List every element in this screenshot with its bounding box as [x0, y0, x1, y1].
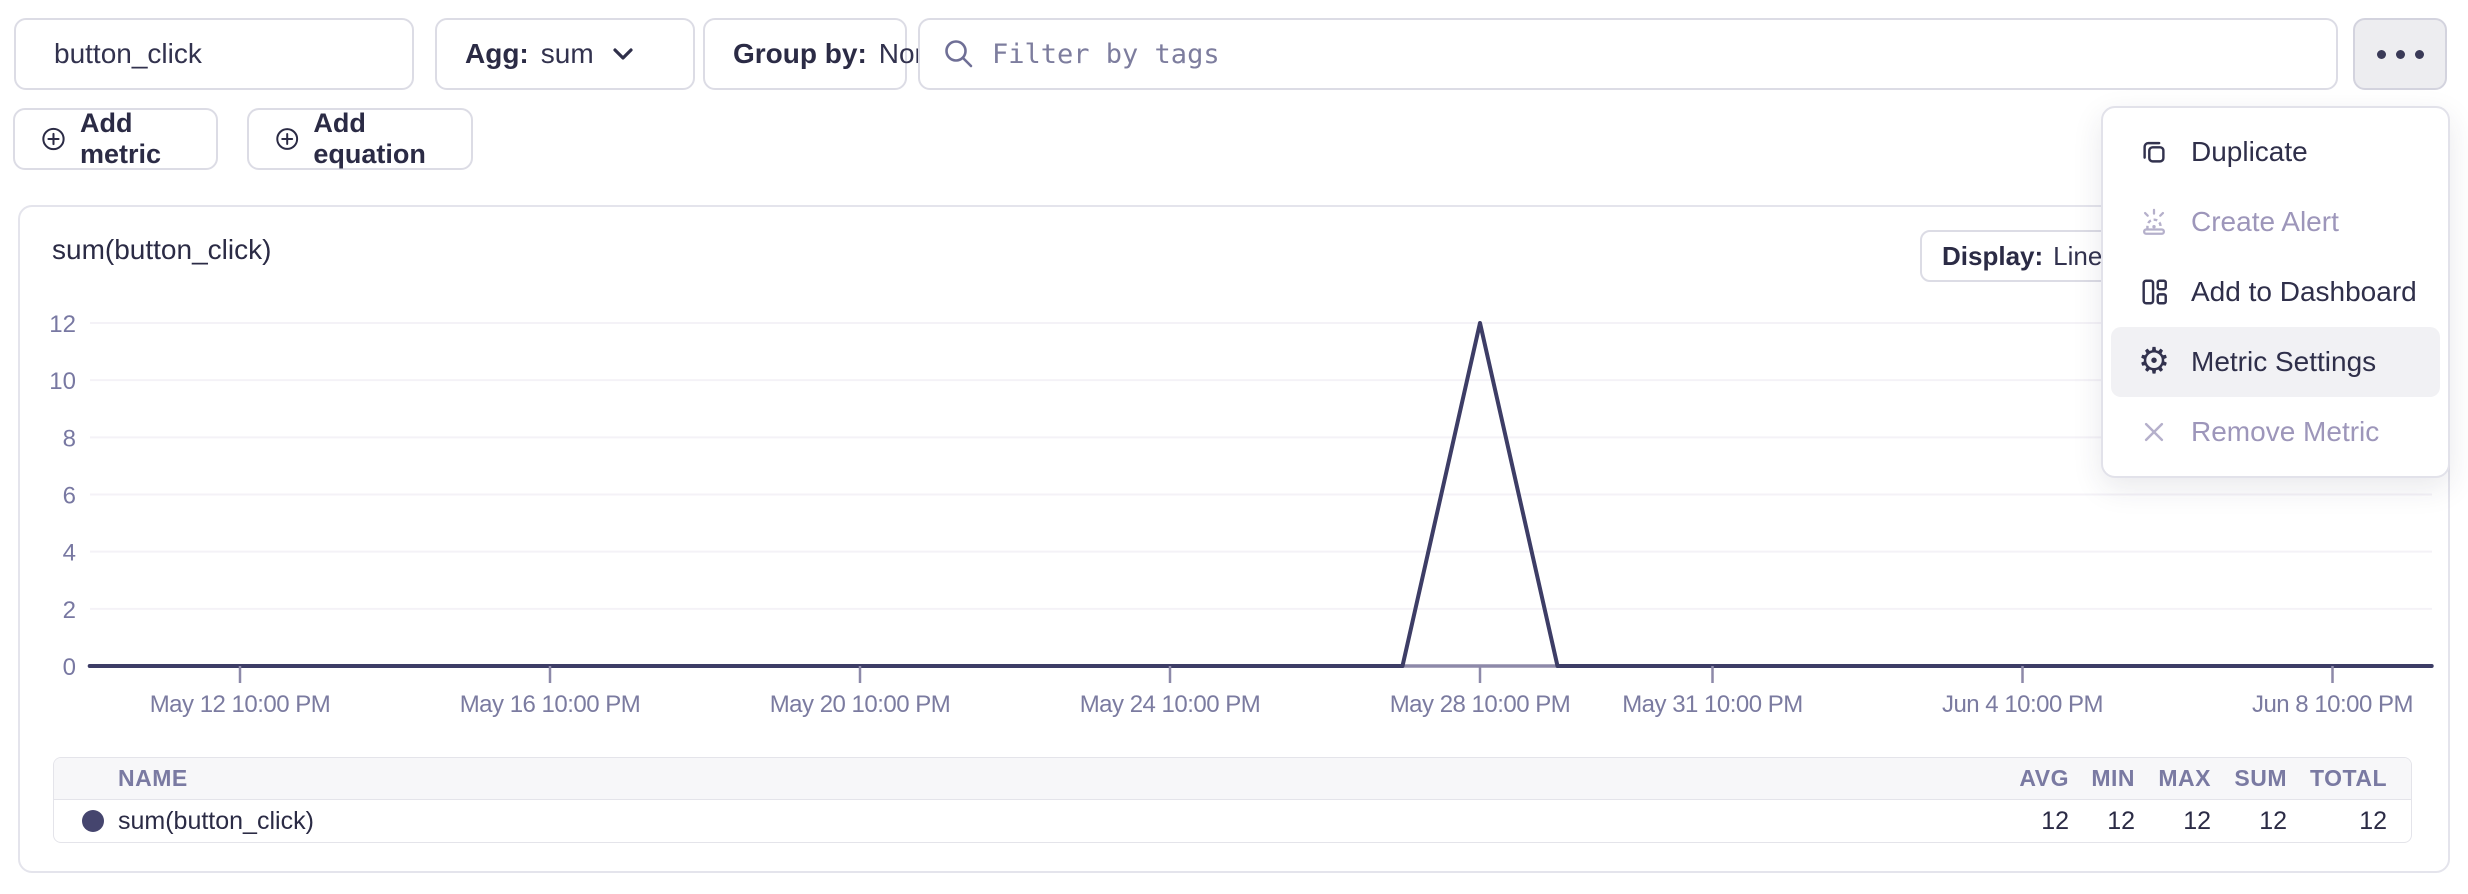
alert-icon — [2137, 205, 2171, 239]
chart-plot-area[interactable]: 0 2 4 6 8 10 12 May 12 10:00 PM May 16 10:00 PM M… — [0, 290, 2468, 730]
agg-value: sum — [541, 38, 594, 70]
svg-text:May 12 10:00 PM: May 12 10:00 PM — [150, 691, 331, 718]
col-header-name: NAME — [54, 765, 1959, 792]
remove-icon — [2137, 415, 2171, 449]
menu-item-label: Remove Metric — [2191, 416, 2379, 448]
total-value: 12 — [2287, 807, 2411, 836]
filter-by-tags-wrap — [918, 18, 2338, 90]
chevron-down-icon — [612, 47, 634, 61]
search-icon — [942, 37, 976, 71]
duplicate-icon — [2137, 135, 2171, 169]
add-equation-button[interactable]: Add equation — [247, 108, 473, 170]
series-name-cell: sum(button_click) — [54, 807, 1959, 836]
filter-by-tags-input[interactable] — [990, 38, 2314, 71]
min-value: 12 — [2069, 807, 2135, 836]
col-header-total: TOTAL — [2287, 765, 2411, 792]
avg-value: 12 — [1959, 807, 2069, 836]
menu-item-label: Duplicate — [2191, 136, 2308, 168]
gear-icon: ⚙ — [2137, 345, 2171, 379]
more-options-button[interactable] — [2353, 18, 2447, 90]
display-value: Line — [2053, 241, 2102, 272]
svg-text:May 31 10:00 PM: May 31 10:00 PM — [1622, 691, 1803, 718]
svg-text:Jun 4 10:00 PM: Jun 4 10:00 PM — [1942, 691, 2103, 718]
menu-item-create-alert: Create Alert — [2111, 187, 2440, 257]
metric-name-input-wrap — [14, 18, 414, 90]
group-by-label: Group by: — [733, 38, 867, 70]
menu-item-remove-metric: Remove Metric — [2111, 397, 2440, 467]
max-value: 12 — [2135, 807, 2211, 836]
col-header-sum: SUM — [2211, 765, 2287, 792]
col-header-avg: AVG — [1959, 765, 2069, 792]
svg-text:May 24 10:00 PM: May 24 10:00 PM — [1080, 691, 1261, 718]
dashboard-icon — [2137, 275, 2171, 309]
plus-circle-icon — [275, 123, 299, 155]
chart-title: sum(button_click) — [52, 234, 271, 266]
add-metric-label: Add metric — [80, 108, 190, 170]
add-equation-label: Add equation — [313, 108, 445, 170]
menu-item-label: Metric Settings — [2191, 346, 2376, 378]
svg-text:0: 0 — [63, 654, 76, 681]
group-by-dropdown[interactable]: Group by: None — [703, 18, 907, 90]
plus-circle-icon — [41, 123, 66, 155]
menu-item-add-to-dashboard[interactable]: Add to Dashboard — [2111, 257, 2440, 327]
menu-item-duplicate[interactable]: Duplicate — [2111, 117, 2440, 187]
col-header-min: MIN — [2069, 765, 2135, 792]
svg-text:12: 12 — [49, 311, 76, 338]
ellipsis-icon — [2396, 50, 2405, 59]
table-row[interactable]: sum(button_click) 12 12 12 12 12 — [54, 800, 2411, 842]
svg-text:Jun 8 10:00 PM: Jun 8 10:00 PM — [2252, 691, 2413, 718]
col-header-max: MAX — [2135, 765, 2211, 792]
svg-text:4: 4 — [63, 540, 76, 567]
svg-text:May 20 10:00 PM: May 20 10:00 PM — [770, 691, 951, 718]
context-menu: Duplicate Create Alert — [2101, 106, 2450, 478]
agg-dropdown[interactable]: Agg: sum — [435, 18, 695, 90]
svg-text:May 16 10:00 PM: May 16 10:00 PM — [460, 691, 641, 718]
ellipsis-icon — [2377, 50, 2386, 59]
svg-text:6: 6 — [63, 483, 76, 510]
menu-item-metric-settings[interactable]: ⚙ Metric Settings — [2111, 327, 2440, 397]
metric-name-input[interactable] — [52, 37, 376, 71]
svg-text:2: 2 — [63, 597, 76, 624]
display-label: Display: — [1942, 241, 2043, 272]
series-name: sum(button_click) — [118, 807, 314, 836]
metrics-explorer-page: Agg: sum Group by: None Add metric — [0, 0, 2468, 894]
menu-item-label: Create Alert — [2191, 206, 2339, 238]
summary-table: NAME AVG MIN MAX SUM TOTAL sum(button_cl… — [53, 757, 2412, 843]
summary-table-header: NAME AVG MIN MAX SUM TOTAL — [54, 758, 2411, 800]
svg-text:May 28 10:00 PM: May 28 10:00 PM — [1390, 691, 1571, 718]
svg-text:10: 10 — [49, 368, 76, 395]
agg-label: Agg: — [465, 38, 529, 70]
series-legend-dot-icon — [82, 810, 104, 832]
ellipsis-icon — [2415, 50, 2424, 59]
svg-text:8: 8 — [63, 425, 76, 452]
menu-item-label: Add to Dashboard — [2191, 276, 2417, 308]
add-metric-button[interactable]: Add metric — [13, 108, 218, 170]
sum-value: 12 — [2211, 807, 2287, 836]
